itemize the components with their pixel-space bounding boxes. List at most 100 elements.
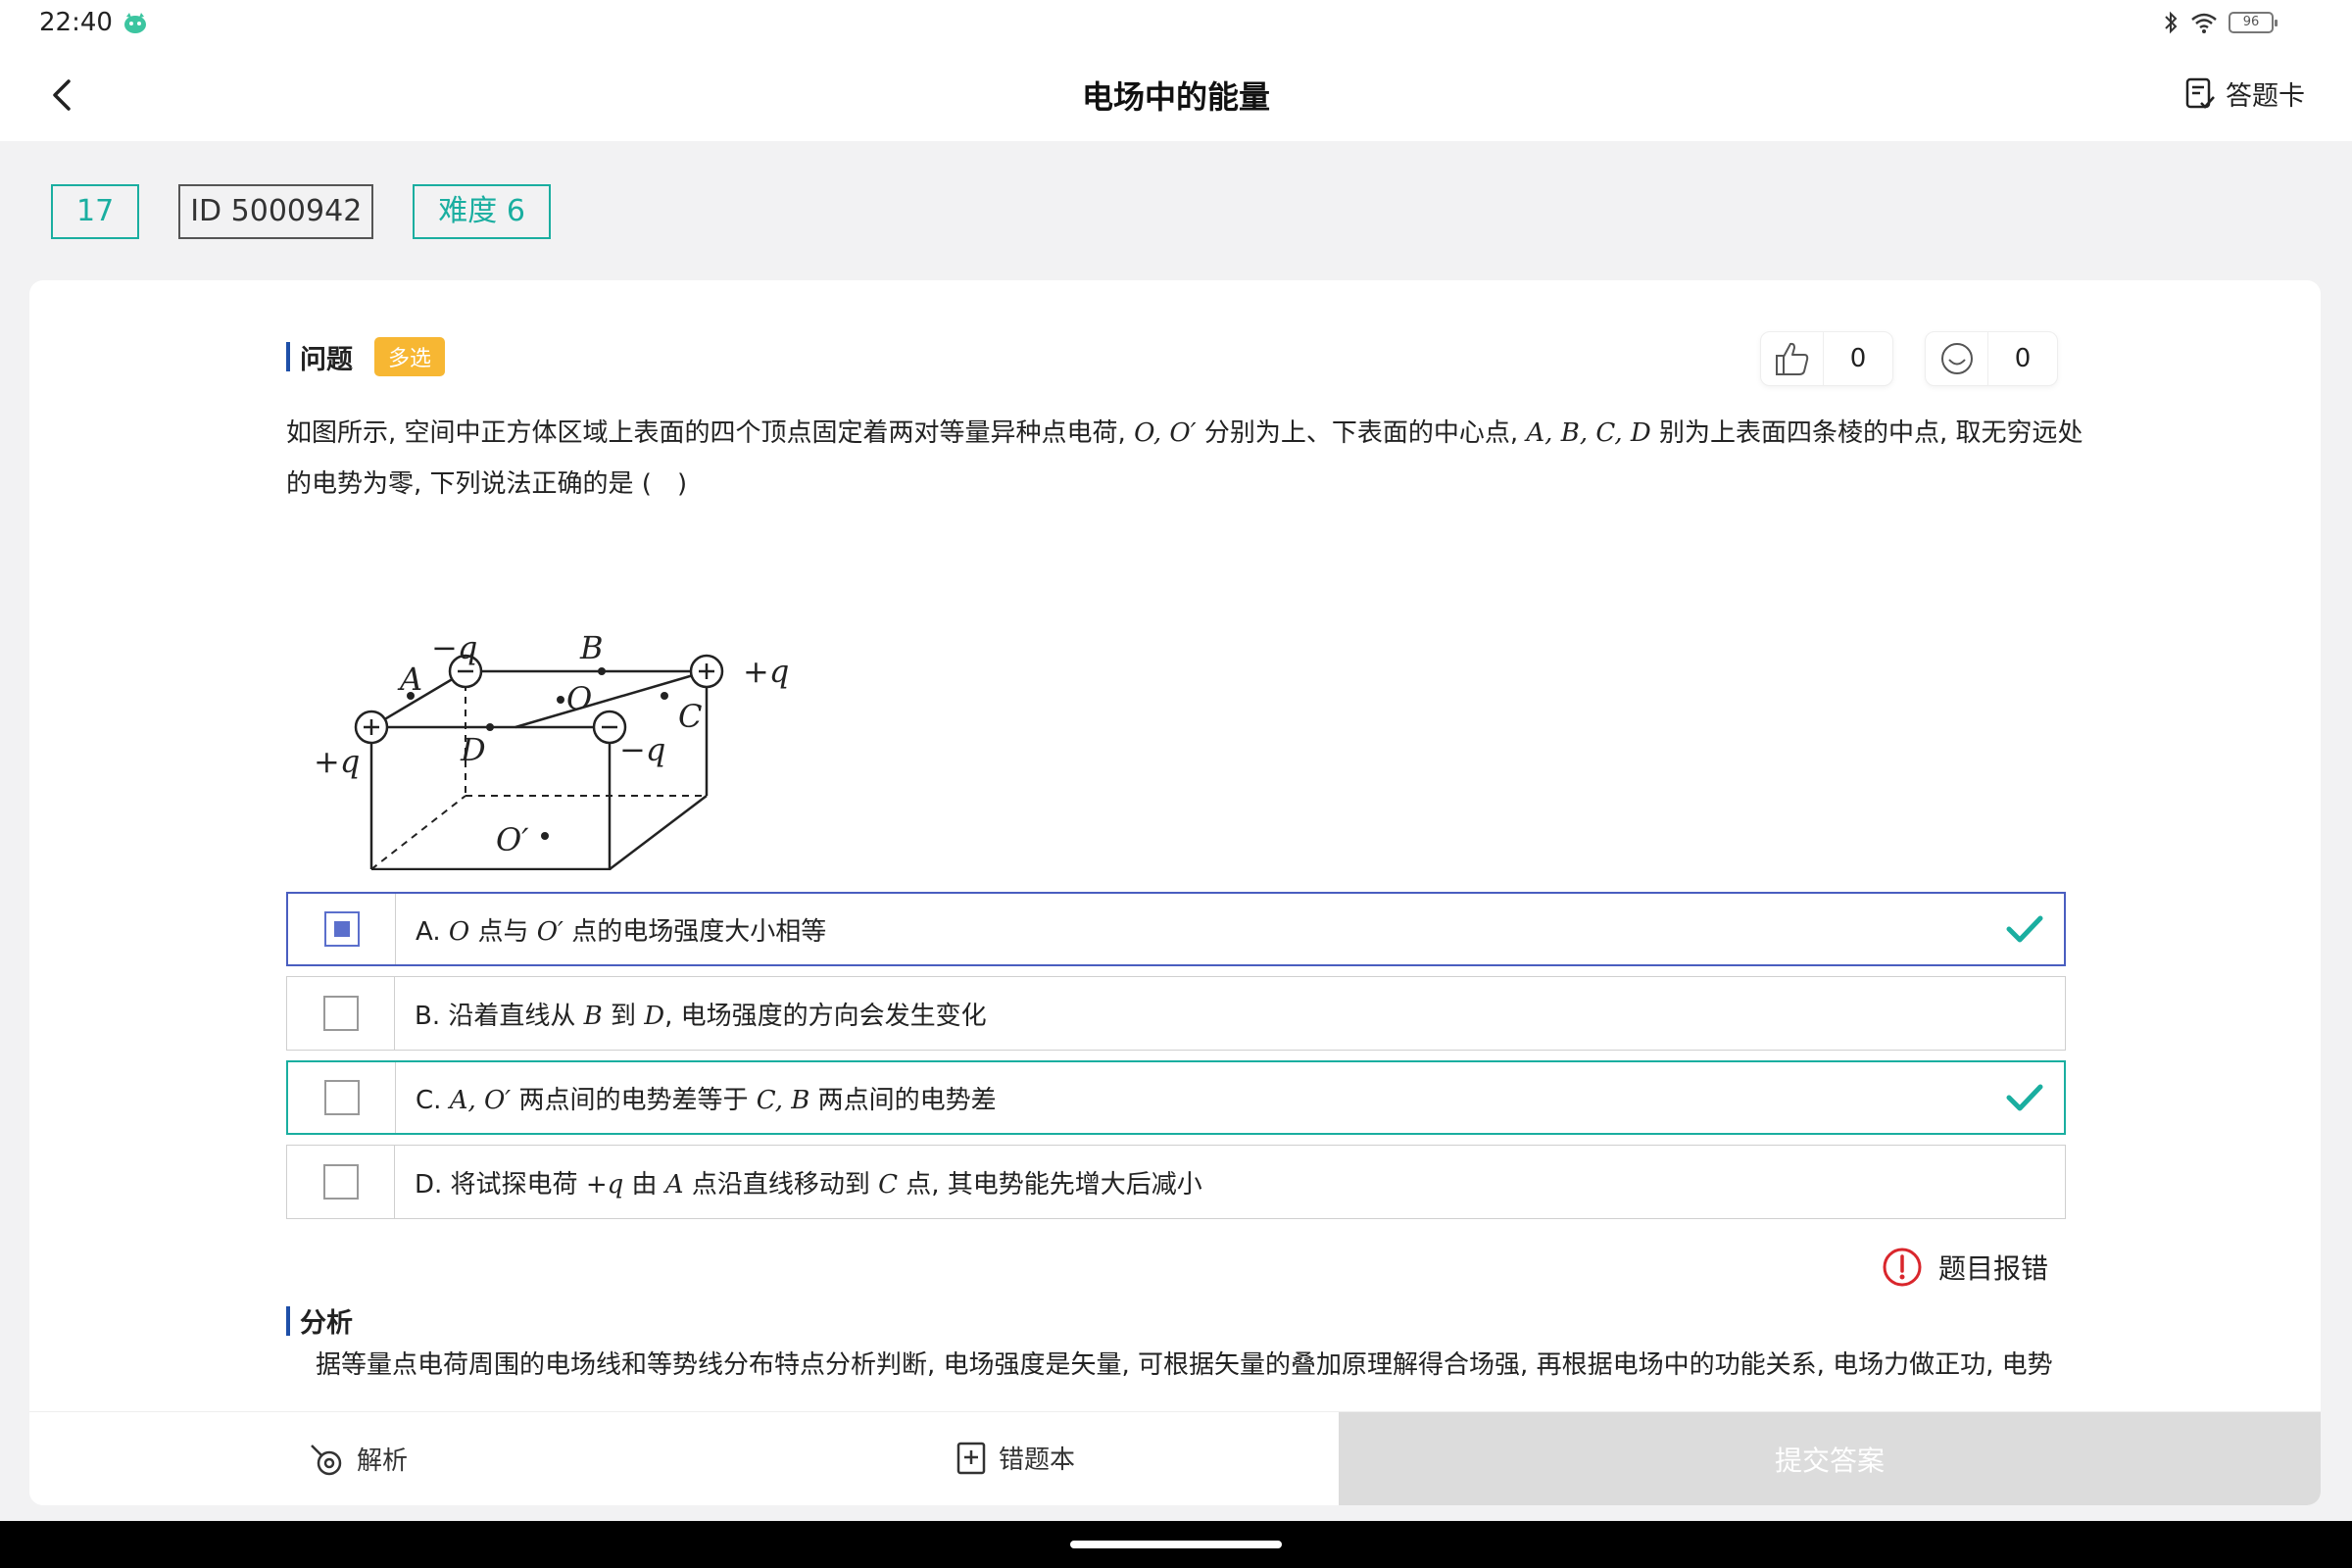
label-o-prime: O′ (496, 821, 529, 858)
charge-front-left-positive (354, 710, 389, 745)
option-math: A (664, 1169, 684, 1200)
wrongbook-icon (956, 1442, 986, 1474)
explain-label: 解析 (357, 1446, 409, 1476)
option-math: +q (585, 1169, 624, 1200)
point-o (557, 696, 564, 704)
like-count: 0 (1849, 344, 1867, 373)
label-neg-q-top: −q (431, 629, 477, 666)
option-c-text: C. A, O′ 两点间的电势差等于 C, B 两点间的电势差 (396, 1080, 1985, 1116)
label-pos-q-right: +q (743, 653, 789, 690)
option-math: D (644, 1001, 665, 1031)
option-math: A, O′ (449, 1085, 512, 1115)
error-alert-icon (1883, 1248, 1922, 1287)
option-d-checkbox[interactable] (322, 1164, 359, 1200)
question-text-part: 如图所示, 空间中正方体区域上表面的四个顶点固定着两对等量异种点电荷, (286, 418, 1135, 448)
difficulty-tag: 难度 6 (413, 184, 551, 239)
wrongbook-button[interactable]: 错题本 (956, 1440, 1075, 1476)
smile-count: 0 (2014, 344, 2032, 373)
option-math: O′ (536, 916, 564, 947)
point-c (661, 692, 668, 700)
multi-select-badge: 多选 (374, 337, 446, 376)
option-text-part: 由 (623, 1169, 665, 1200)
option-b[interactable]: B. 沿着直线从 B 到 D, 电场强度的方向会发生变化 (286, 976, 2066, 1051)
system-icons: 96 (2162, 10, 2278, 35)
option-c-checkbox[interactable] (323, 1080, 360, 1115)
explain-button[interactable]: 解析 (308, 1440, 408, 1477)
report-error-button[interactable]: 题目报错 (1882, 1247, 2048, 1288)
option-d-text: D. 将试探电荷 +q 由 A 点沿直线移动到 C 点, 其电势能先增大后减小 (395, 1164, 2065, 1200)
question-text: 如图所示, 空间中正方体区域上表面的四个顶点固定着两对等量异种点电荷, O, O… (286, 408, 2099, 510)
option-letter: A. (416, 916, 441, 947)
option-text-part: 点与 (469, 916, 537, 947)
math-abcd: A, B, C, D (1526, 418, 1651, 448)
option-text-part: 沿着直线从 (440, 1001, 584, 1031)
question-id-tag: ID 5000942 (178, 184, 374, 239)
option-d[interactable]: D. 将试探电荷 +q 由 A 点沿直线移动到 C 点, 其电势能先增大后减小 (286, 1145, 2066, 1219)
home-gesture-handle[interactable] (1070, 1541, 1282, 1548)
wifi-icon (2191, 13, 2217, 33)
option-a-checkbox[interactable] (323, 911, 360, 947)
option-c-checkbox-cell[interactable] (288, 1062, 396, 1133)
option-b-checkbox-cell[interactable] (287, 977, 395, 1050)
smile-button[interactable]: 0 (1925, 331, 2058, 386)
thumb-up-icon (1775, 342, 1808, 375)
option-math: O (448, 916, 470, 947)
clock: 22:40 (39, 8, 113, 37)
analysis-section-header: 分析 (286, 1301, 353, 1340)
correct-check-icon (1985, 1082, 2064, 1113)
submit-answer-button[interactable]: 提交答案 (1339, 1412, 2321, 1505)
option-c[interactable]: C. A, O′ 两点间的电势差等于 C, B 两点间的电势差 (286, 1060, 2066, 1135)
option-b-text: B. 沿着直线从 B 到 D, 电场强度的方向会发生变化 (395, 996, 2065, 1032)
smile-icon (1940, 343, 1973, 374)
thumb-up-icon-wrap (1761, 331, 1824, 386)
option-math: C, B (756, 1085, 810, 1115)
wrongbook-label: 错题本 (999, 1446, 1076, 1475)
question-tags: 17 ID 5000942 难度 6 (51, 184, 551, 239)
correct-check-icon (1985, 913, 2064, 945)
option-a[interactable]: A. O 点与 O′ 点的电场强度大小相等 (286, 892, 2066, 966)
math-o-oprime: O, O′ (1134, 418, 1197, 448)
smile-icon-wrap (1926, 331, 1988, 386)
checkbox-fill (333, 921, 350, 937)
cube-charge-diagram: −q B +q A O C D −q +q O′ (314, 629, 789, 870)
option-a-text: A. O 点与 O′ 点的电场强度大小相等 (396, 911, 1985, 948)
report-error-label: 题目报错 (1937, 1252, 2048, 1285)
answer-card-button[interactable]: 答题卡 (2184, 74, 2305, 113)
bluetooth-icon (2165, 11, 2178, 34)
status-bar: 22:40 96 (0, 0, 2352, 49)
option-letter: B. (415, 1001, 441, 1031)
option-letter: C. (416, 1085, 442, 1115)
option-text-part: 点的电场强度大小相等 (563, 916, 827, 947)
analysis-text: 据等量点电荷周围的电场线和等势线分布特点分析判断, 电场强度是矢量, 可根据矢量… (316, 1350, 2053, 1380)
app-mascot-icon (124, 13, 146, 33)
option-text-part: 两点间的电势差等于 (511, 1085, 757, 1115)
option-math: C (878, 1169, 899, 1200)
section-bar (286, 1305, 290, 1336)
option-d-checkbox-cell[interactable] (287, 1146, 395, 1218)
top-nav-bar: 电场中的能量 答题卡 (0, 49, 2352, 141)
question-section-header: 问题 多选 (286, 337, 446, 376)
label-a: A (397, 661, 422, 698)
label-c: C (678, 698, 702, 735)
label-b: B (579, 629, 604, 666)
label-pos-q-left: +q (314, 743, 360, 780)
like-button[interactable]: 0 (1760, 331, 1893, 386)
question-number-tag: 17 (51, 184, 140, 239)
option-text-part: 将试探电荷 (442, 1169, 586, 1200)
option-text-part: 点沿直线移动到 (683, 1169, 879, 1200)
option-b-checkbox[interactable] (322, 996, 359, 1031)
answer-card-icon (2185, 77, 2215, 109)
bottom-right-edge (609, 795, 708, 870)
question-section-label: 问题 (300, 344, 353, 375)
question-text-part: 分别为上、下表面的中心点, (1196, 418, 1527, 448)
option-text-part: 到 (602, 1001, 645, 1031)
label-d: D (460, 731, 486, 768)
explain-icon (311, 1445, 342, 1476)
page-title: 电场中的能量 (1081, 78, 1270, 116)
point-d (486, 723, 494, 731)
option-letter: D. (415, 1169, 443, 1200)
bottom-action-bar: 解析 错题本 提交答案 (29, 1411, 2321, 1505)
charge-top-right-positive (689, 654, 724, 689)
option-a-checkbox-cell[interactable] (288, 894, 396, 964)
option-text-part: 两点间的电势差 (809, 1085, 997, 1115)
